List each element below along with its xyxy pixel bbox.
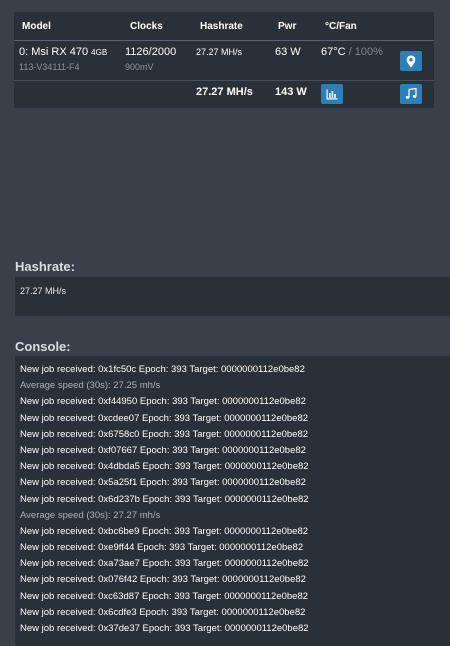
gpu-clocks: 1126/2000 bbox=[125, 46, 177, 58]
console-title: Console: bbox=[15, 339, 71, 354]
console-line: New job received: 0x4dbda5 Epoch: 393 Ta… bbox=[20, 461, 309, 473]
location-button[interactable] bbox=[400, 51, 422, 71]
console-line: New job received: 0xa73ae7 Epoch: 393 Ta… bbox=[20, 558, 309, 570]
console-line: New job received: 0xc63d87 Epoch: 393 Ta… bbox=[20, 590, 309, 602]
gpu-fan: 100% bbox=[354, 46, 383, 58]
console-line: New job received: 0xcdee07 Epoch: 393 Ta… bbox=[20, 412, 309, 424]
map-pin-icon bbox=[406, 55, 416, 67]
gpu-table: Model Clocks Hashrate Pwr °C/Fan 0: Msi … bbox=[14, 12, 434, 108]
header-temp-fan: °C/Fan bbox=[325, 21, 357, 32]
console-line: New job received: 0x5a25f1 Epoch: 393 Ta… bbox=[20, 477, 306, 489]
console-line: New job received: 0x1fc50c Epoch: 393 Ta… bbox=[20, 364, 305, 375]
header-clocks: Clocks bbox=[130, 21, 163, 32]
console-line: New job received: 0x37de37 Epoch: 393 Ta… bbox=[20, 623, 309, 634]
gpu-total-row: 27.27 MH/s 143 W bbox=[14, 81, 434, 107]
gpu-voltage: 900mV bbox=[125, 62, 154, 72]
gpu-row: 0: Msi RX 470 4GB 113-V34111-F4 1126/200… bbox=[14, 41, 434, 81]
gpu-table-header: Model Clocks Hashrate Pwr °C/Fan bbox=[14, 12, 434, 41]
hashrate-title: Hashrate: bbox=[15, 259, 75, 274]
gpu-power: 63 W bbox=[275, 46, 301, 58]
gpu-hashrate: 27.27 MH/s bbox=[196, 47, 243, 57]
console-line: New job received: 0xf44950 Epoch: 393 Ta… bbox=[20, 396, 306, 408]
bar-chart-icon bbox=[326, 89, 338, 99]
hashrate-value: 27.27 MH/s bbox=[20, 286, 67, 296]
gpu-temp-fan: 67°C / 100% bbox=[321, 46, 383, 58]
music-note-icon bbox=[405, 88, 417, 99]
console-line: New job received: 0x6d237b Epoch: 393 Ta… bbox=[20, 493, 309, 505]
console-line: New job received: 0x076f42 Epoch: 393 Ta… bbox=[20, 574, 306, 586]
gpu-model-cell: 0: Msi RX 470 4GB 113-V34111-F4 bbox=[19, 46, 107, 72]
total-power: 143 W bbox=[275, 86, 307, 98]
gpu-model-name: 0: Msi RX 470 4GB bbox=[19, 46, 108, 58]
header-model: Model bbox=[22, 21, 51, 32]
console-line: New job received: 0x6cdfe3 Epoch: 393 Ta… bbox=[20, 606, 306, 618]
console-output[interactable]: New job received: 0x1fc50c Epoch: 393 Ta… bbox=[15, 356, 450, 646]
hashrate-chart-area: 27.27 MH/s bbox=[15, 277, 450, 316]
console-line: Average speed (30s): 27.25 mh/s bbox=[20, 380, 161, 392]
console-line: New job received: 0x6758c0 Epoch: 393 Ta… bbox=[20, 428, 309, 440]
header-power: Pwr bbox=[278, 21, 297, 32]
console-line: New job received: 0xf07667 Epoch: 393 Ta… bbox=[20, 444, 306, 456]
gpu-temp: 67°C bbox=[321, 46, 346, 58]
console-line: Average speed (30s): 27.27 mh/s bbox=[20, 509, 161, 521]
chart-button[interactable] bbox=[321, 84, 343, 104]
music-button[interactable] bbox=[400, 84, 422, 104]
total-hashrate: 27.27 MH/s bbox=[196, 86, 253, 98]
console-line: New job received: 0xe9ff44 Epoch: 393 Ta… bbox=[20, 542, 304, 554]
gpu-model-sub: 113-V34111-F4 bbox=[19, 62, 80, 72]
gpu-model-mem: 4GB bbox=[91, 48, 108, 57]
console-line: New job received: 0xbc6be9 Epoch: 393 Ta… bbox=[20, 525, 309, 537]
header-hashrate: Hashrate bbox=[200, 21, 243, 32]
gpu-clocks-cell: 1126/2000 900mV bbox=[125, 46, 176, 72]
